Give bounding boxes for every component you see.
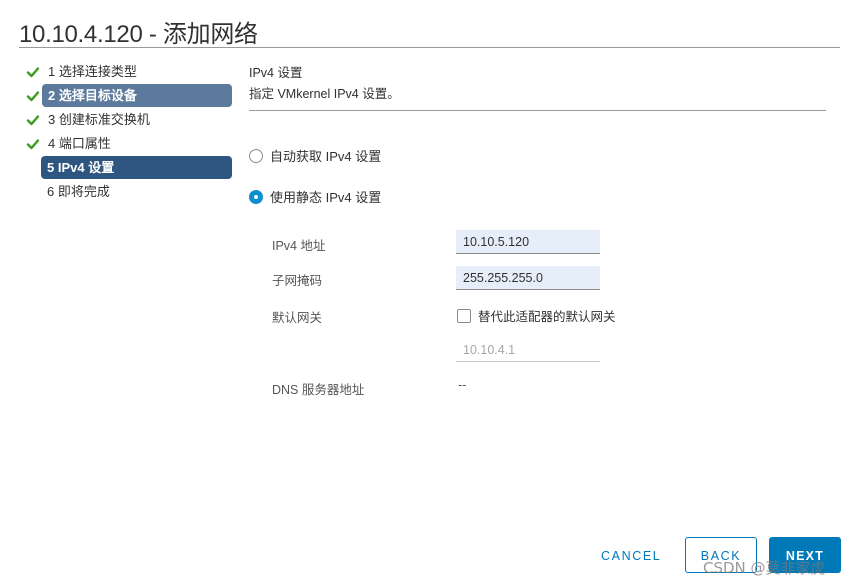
subnet-mask-input[interactable] bbox=[456, 266, 600, 290]
step-4[interactable]: 4 端口属性 bbox=[26, 131, 232, 155]
checkbox-unchecked-icon[interactable] bbox=[457, 308, 471, 323]
default-gateway-input bbox=[456, 338, 600, 362]
check-icon bbox=[26, 139, 40, 150]
ipv4-address-input[interactable] bbox=[456, 230, 600, 254]
cancel-button[interactable]: CANCEL bbox=[594, 537, 668, 573]
step-label: 4 端口属性 bbox=[48, 135, 111, 151]
dns-label: DNS 服务器地址 bbox=[272, 383, 365, 397]
radio-static-label: 使用静态 IPv4 设置 bbox=[270, 190, 382, 205]
override-gateway-label: 替代此适配器的默认网关 bbox=[478, 310, 616, 324]
step-label: 5 IPv4 设置 bbox=[41, 155, 232, 179]
step-1[interactable]: 1 选择连接类型 bbox=[26, 59, 232, 83]
override-gateway-checkbox[interactable]: 替代此适配器的默认网关 bbox=[457, 306, 616, 325]
section-divider bbox=[249, 110, 826, 111]
dns-value: -- bbox=[458, 378, 467, 392]
radio-auto-label: 自动获取 IPv4 设置 bbox=[270, 149, 382, 164]
radio-unchecked-icon[interactable] bbox=[249, 148, 263, 163]
step-label: 1 选择连接类型 bbox=[48, 63, 137, 79]
radio-static-ipv4[interactable]: 使用静态 IPv4 设置 bbox=[249, 187, 381, 206]
dialog-title: 10.10.4.120 - 添加网络 bbox=[19, 21, 258, 48]
step-label: 3 创建标准交换机 bbox=[48, 111, 150, 127]
section-description: 指定 VMkernel IPv4 设置。 bbox=[249, 87, 400, 101]
ipv4-address-label: IPv4 地址 bbox=[272, 239, 326, 253]
step-5[interactable]: 5 IPv4 设置 bbox=[26, 155, 232, 179]
step-6: 6 即将完成 bbox=[26, 179, 232, 203]
step-content: IPv4 设置 指定 VMkernel IPv4 设置。 bbox=[249, 64, 826, 111]
wizard-steps: 1 选择连接类型 2 选择目标设备 3 创建标准交换机 4 端口属性 5 IPv… bbox=[26, 59, 232, 203]
radio-auto-ipv4[interactable]: 自动获取 IPv4 设置 bbox=[249, 146, 381, 165]
watermark: CSDN @莫非家虎 bbox=[703, 559, 826, 577]
check-icon bbox=[26, 67, 40, 78]
section-title: IPv4 设置 bbox=[249, 66, 303, 80]
subnet-mask-label: 子网掩码 bbox=[272, 274, 323, 288]
check-icon bbox=[26, 91, 40, 102]
step-label: 6 即将完成 bbox=[47, 183, 110, 199]
step-label: 2 选择目标设备 bbox=[42, 83, 232, 107]
step-2[interactable]: 2 选择目标设备 bbox=[26, 83, 232, 107]
radio-checked-icon[interactable] bbox=[249, 189, 263, 204]
step-3[interactable]: 3 创建标准交换机 bbox=[26, 107, 232, 131]
default-gateway-label: 默认网关 bbox=[272, 311, 323, 325]
title-divider bbox=[19, 47, 840, 48]
check-icon bbox=[26, 115, 40, 126]
